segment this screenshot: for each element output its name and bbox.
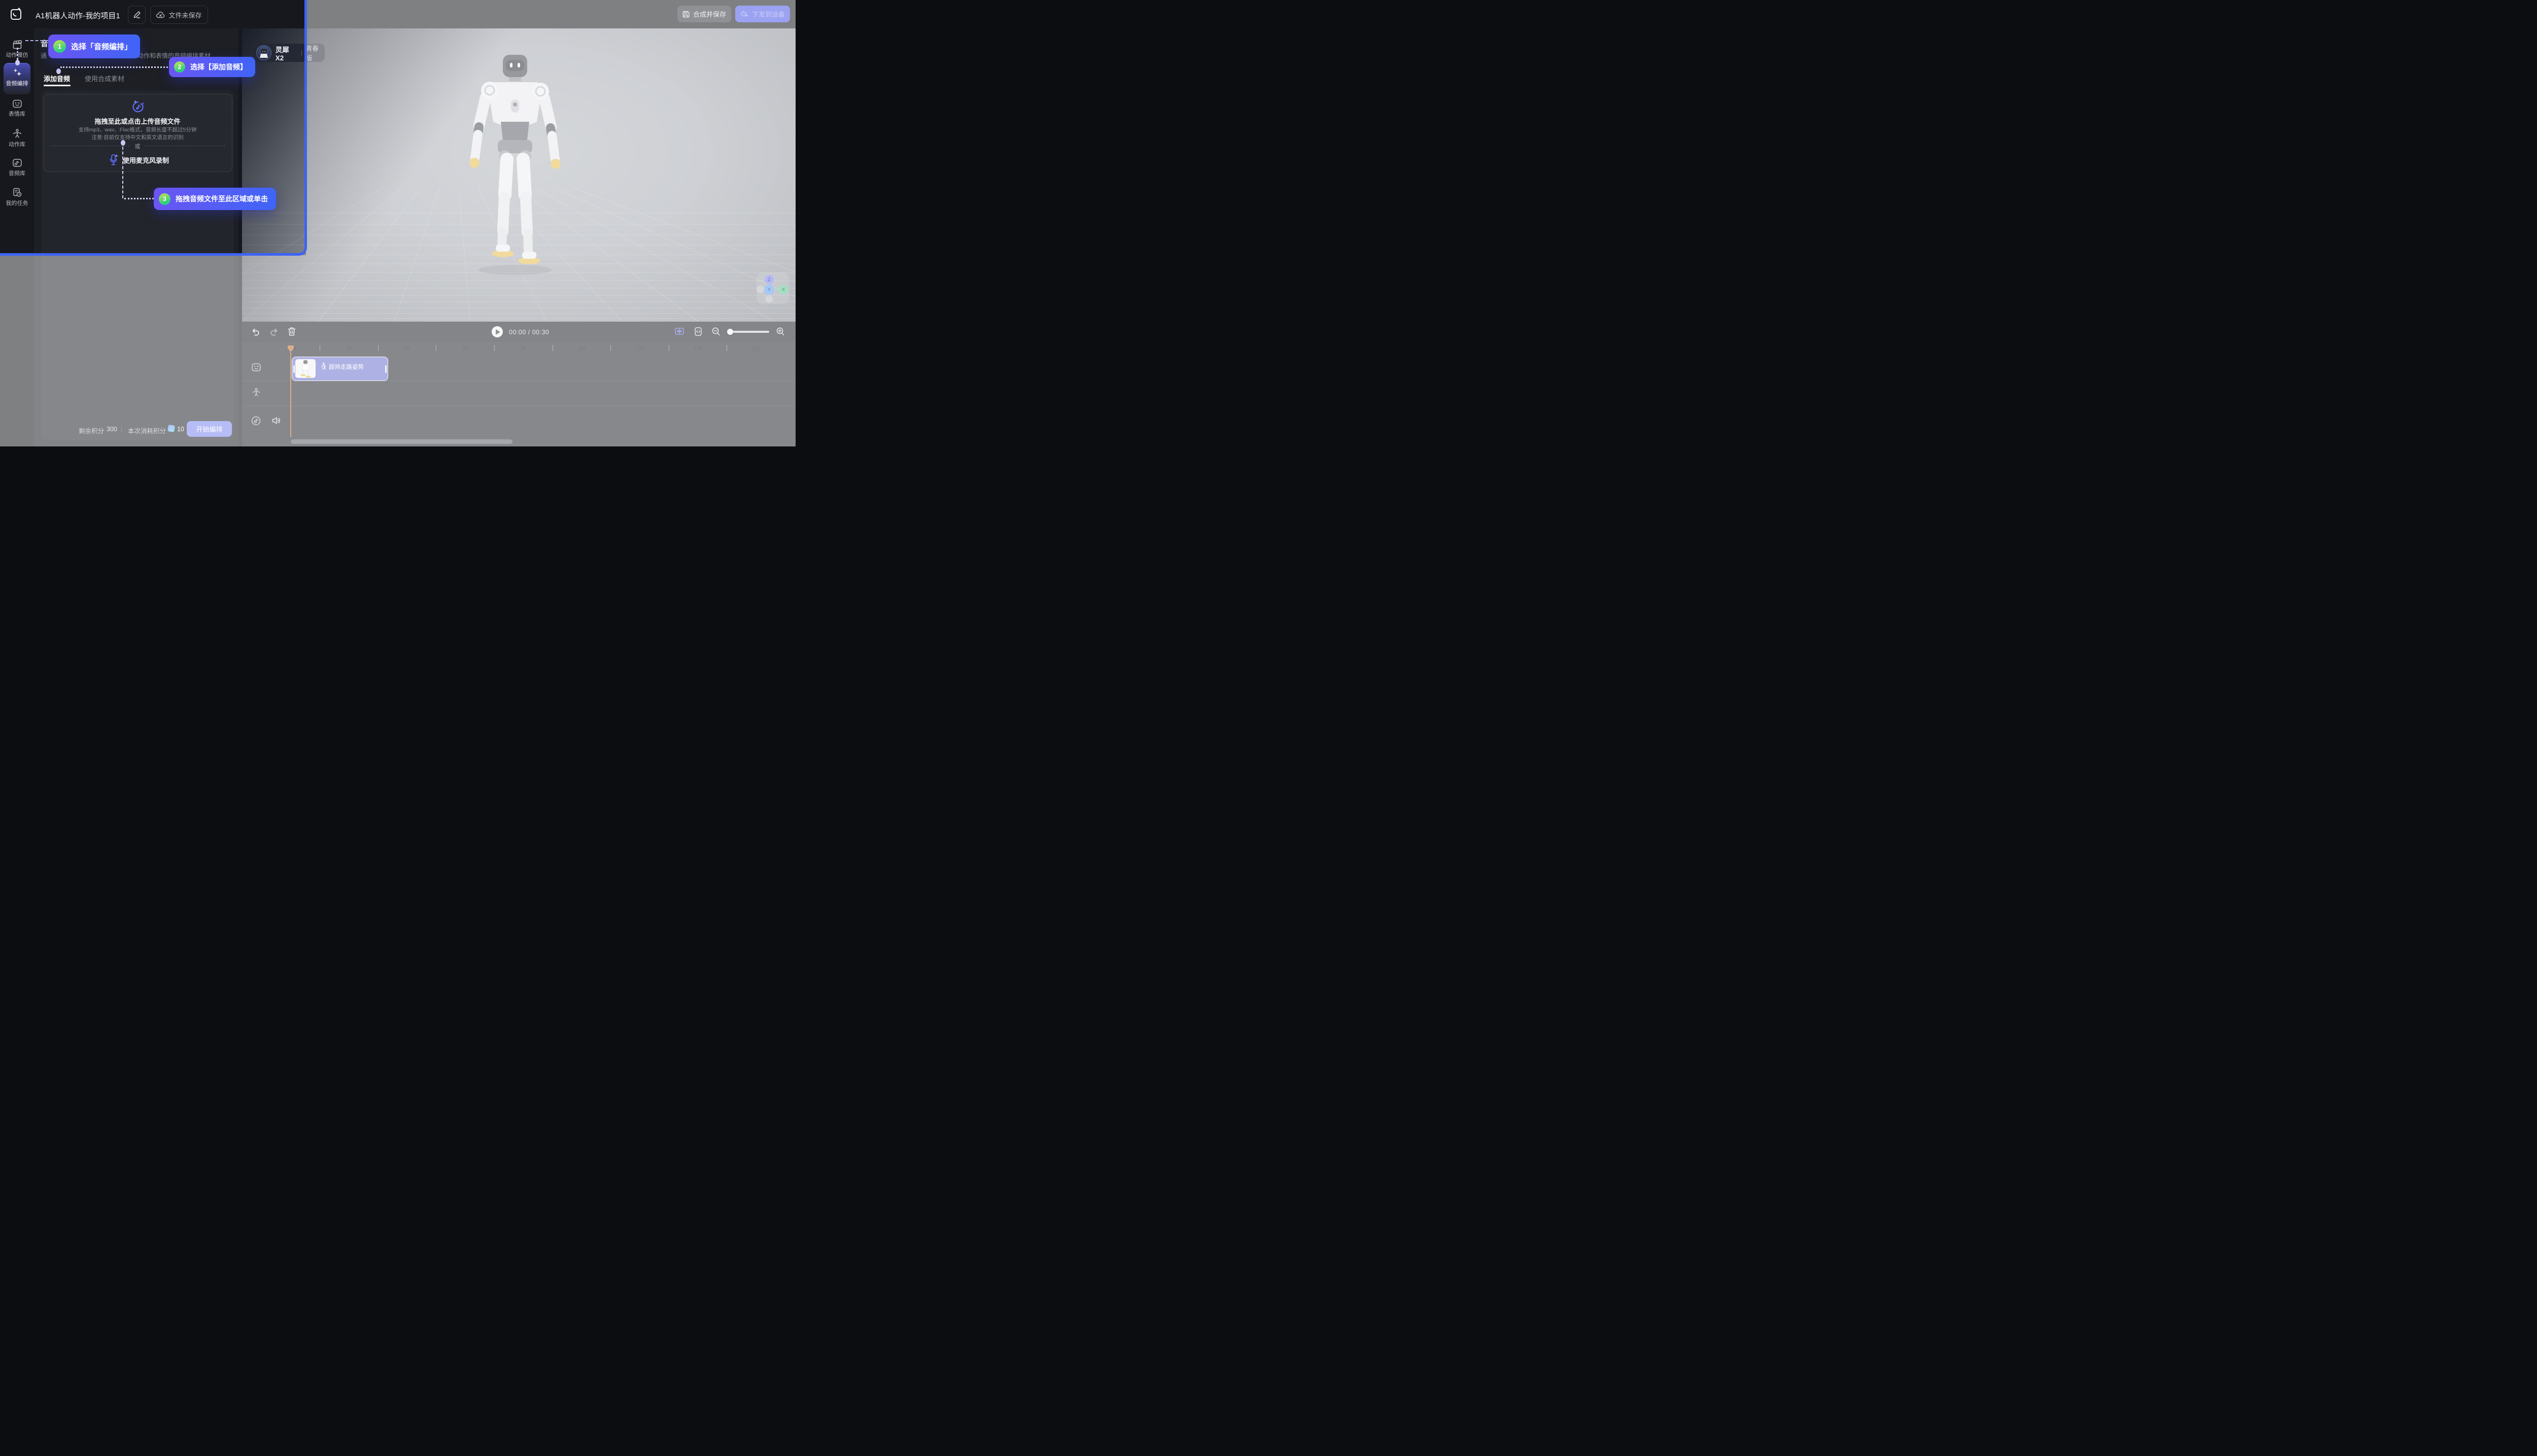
robot-avatar — [256, 45, 271, 60]
tab-use-material[interactable]: 使用合成素材 — [85, 74, 124, 83]
robot-face-icon — [12, 99, 22, 108]
sparkles-icon — [12, 67, 22, 78]
sidebar-label: 我的任务 — [0, 199, 34, 207]
upload-headline: 拖拽至此或点击上传音频文件 — [44, 116, 231, 126]
sidebar-item-motion-lib[interactable]: 动作库 — [0, 129, 34, 148]
sidebar-item-audio-arrange[interactable]: 音频编排 — [0, 67, 34, 87]
step3-source-dot — [121, 140, 125, 146]
mic-record-button[interactable]: 使用麦克风录制 — [109, 154, 169, 166]
tutorial-step-1[interactable]: 1 选择「音频编排」 — [48, 34, 140, 58]
tutorial-dim-right — [306, 0, 796, 446]
step3-text: 拖拽音频文件至此区域或单击 — [176, 194, 268, 204]
tutorial-step-2[interactable]: 2 选择【添加音频】 — [169, 57, 255, 77]
sidebar-label: 动作库 — [0, 140, 34, 148]
file-status-label: 文件未保存 — [168, 10, 201, 20]
sidebar-item-my-tasks[interactable]: 我的任务 — [0, 188, 34, 207]
sidebar-item-audio-lib[interactable]: 音频库 — [0, 158, 34, 177]
step1-badge: 1 — [53, 40, 66, 53]
sidebar-item-expression-lib[interactable]: 表情库 — [0, 99, 34, 118]
app-window: 灵犀X2 | 青春版 Z Y X 00:00 / 00:30 0f 2f 4f — [0, 0, 796, 446]
sidebar-label: 音频编排 — [0, 79, 34, 87]
sidebar-label: 音频库 — [0, 169, 34, 177]
project-title: A1机器人动作-我的项目1 — [36, 10, 120, 21]
step2-text: 选择【添加音频】 — [190, 62, 247, 72]
step1-target-dot — [15, 60, 20, 65]
pencil-icon — [133, 11, 141, 18]
step1-text: 选择「音频编排」 — [71, 41, 132, 52]
mic-sparkle-icon — [109, 154, 119, 166]
rename-button[interactable] — [128, 6, 146, 24]
app-logo-icon[interactable] — [9, 7, 24, 22]
step3-connector-vline — [122, 147, 123, 198]
upload-audio-icon — [131, 99, 145, 114]
chip-separator: | — [301, 49, 302, 56]
step1-connector-line — [25, 40, 48, 41]
audio-library-icon — [12, 158, 22, 167]
tab-add-audio-underline — [44, 85, 71, 86]
mic-record-label: 使用麦克风录制 — [123, 155, 169, 165]
step3-connector-hline — [124, 198, 154, 199]
step3-badge: 3 — [159, 193, 170, 205]
robot-name: 灵犀X2 — [276, 44, 297, 62]
step2-badge: 2 — [174, 61, 185, 73]
step2-target-dot — [56, 68, 61, 74]
file-status-button[interactable]: 文件未保存 — [150, 6, 208, 24]
step2-connector-line — [60, 66, 168, 68]
tutorial-dim-bottom — [0, 255, 306, 446]
panel-subtitle-left: 通 — [41, 51, 47, 60]
upload-hint-language: 注意:目前仅支持中文和英文语言的识别 — [44, 133, 231, 141]
step1-connector-vline — [17, 48, 18, 60]
tab-add-audio[interactable]: 添加音频 — [44, 74, 70, 83]
upload-hint-formats: 支持mp3、wav、Flac格式，音频长度不超过5分钟 — [44, 126, 231, 133]
cloud-unsaved-icon — [156, 11, 165, 18]
or-divider-label: 或 — [131, 142, 144, 150]
sidebar-label: 表情库 — [0, 110, 34, 118]
tutorial-step-3[interactable]: 3 拖拽音频文件至此区域或单击 — [154, 188, 276, 210]
task-list-icon — [12, 188, 22, 197]
person-icon — [12, 129, 22, 138]
